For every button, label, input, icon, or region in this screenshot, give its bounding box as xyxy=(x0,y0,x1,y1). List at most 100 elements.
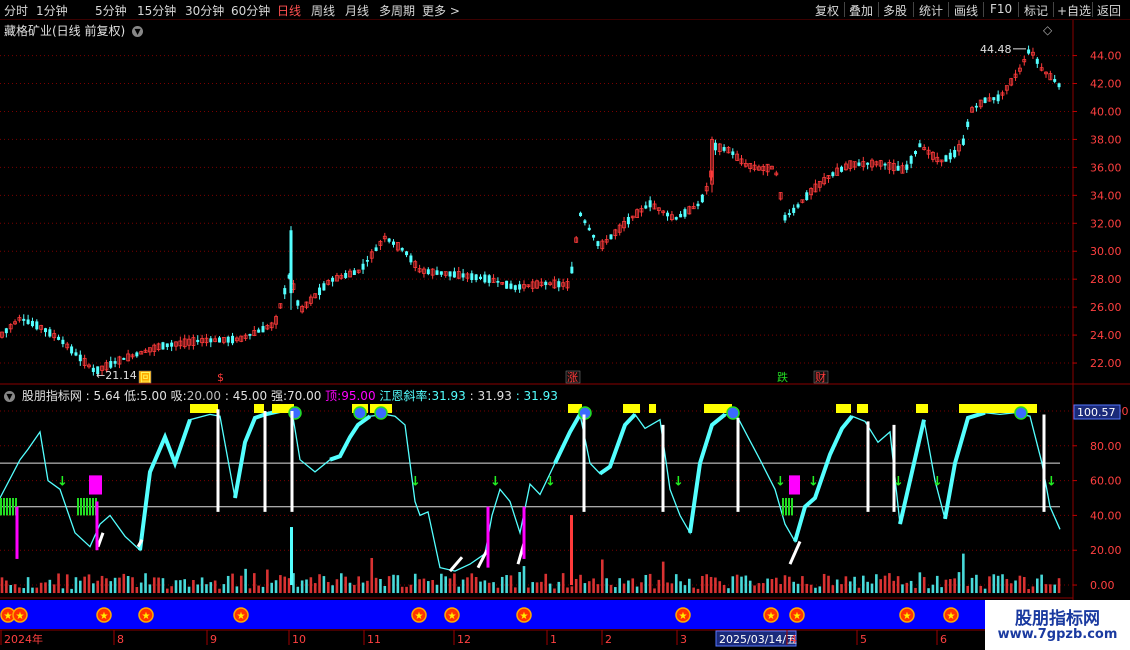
candle-body-down xyxy=(857,162,861,166)
candle-body-down xyxy=(831,172,835,177)
current-value-label: 100.57 xyxy=(1077,406,1116,419)
volume-bar xyxy=(674,574,678,594)
event-marker: 回 xyxy=(140,371,151,384)
candle-body-down xyxy=(479,276,482,279)
indicator-tick-label: 20.00 xyxy=(1090,544,1122,557)
green-stripe xyxy=(3,498,5,516)
candle-body-down xyxy=(474,274,478,281)
volume-bar xyxy=(975,574,978,594)
volume-bar xyxy=(1053,584,1056,594)
candle-body-down xyxy=(4,328,8,334)
candle-body-down xyxy=(44,328,47,333)
volume-bar xyxy=(290,527,293,586)
event-marker: 涨 xyxy=(567,371,578,384)
volume-bar xyxy=(722,584,726,594)
统计-button[interactable]: 统计 xyxy=(919,2,943,19)
volume-bar xyxy=(670,583,674,594)
indicator-name[interactable]: 股朋指标网 xyxy=(22,389,82,403)
period-日线[interactable]: 日线 xyxy=(277,2,301,19)
volume-bar xyxy=(727,588,730,594)
period-15分钟[interactable]: 15分钟 xyxy=(137,2,176,19)
volume-bar xyxy=(1031,586,1035,594)
volume-bar xyxy=(535,582,539,594)
volume-bar xyxy=(840,584,843,594)
volume-bar xyxy=(744,575,748,594)
叠加-button[interactable]: 叠加 xyxy=(849,2,873,19)
volume-bar xyxy=(326,581,330,594)
candle-body-down xyxy=(587,227,591,231)
back-button[interactable]: 返回 xyxy=(1097,2,1121,19)
candle-body-down xyxy=(91,367,95,372)
down-arrow-icon: ↓ xyxy=(808,475,819,490)
candle-body-down xyxy=(331,277,335,282)
volume-bar xyxy=(701,575,704,594)
volume-bar xyxy=(353,584,356,594)
candle-body-down xyxy=(626,216,630,225)
多股-button[interactable]: 多股 xyxy=(883,2,907,19)
volume-bar xyxy=(544,573,548,594)
volume-bar xyxy=(392,574,395,594)
qiang-value: 70.00 xyxy=(286,389,322,403)
candle-body-down xyxy=(596,241,600,247)
volume-bar xyxy=(548,583,552,594)
price-tick-label: 36.00 xyxy=(1090,161,1122,174)
volume-bar xyxy=(622,583,626,594)
period-月线[interactable]: 月线 xyxy=(345,2,369,19)
period-60分钟[interactable]: 60分钟 xyxy=(231,2,270,19)
volume-bar xyxy=(344,576,347,594)
volume-bar xyxy=(522,566,526,594)
volume-bar xyxy=(822,573,826,594)
画线-button[interactable]: 画线 xyxy=(954,2,978,19)
candle-body-down xyxy=(592,234,596,238)
period-多周期[interactable]: 多周期 xyxy=(379,2,415,19)
volume-bar xyxy=(1057,578,1061,594)
volume-bar xyxy=(379,578,382,594)
period-1分钟[interactable]: 1分钟 xyxy=(36,2,68,19)
f10-button[interactable]: F10 xyxy=(990,2,1012,16)
volume-bar xyxy=(862,575,865,594)
volume-bar xyxy=(457,586,461,594)
star-badge-glyph: ★ xyxy=(448,611,457,622)
candle-body-down xyxy=(365,260,369,262)
chart-canvas[interactable]: 44.0042.0040.0038.0036.0034.0032.0030.00… xyxy=(0,20,1130,650)
volume-bar xyxy=(696,588,700,594)
period-更多[interactable]: 更多 > xyxy=(422,2,460,19)
candle-body-down xyxy=(452,271,456,278)
indicator-tick-label: 40.00 xyxy=(1090,509,1122,522)
volume-bar xyxy=(935,575,939,594)
volume-bar xyxy=(218,588,221,594)
candle-body-down xyxy=(914,151,917,155)
candle-body-down xyxy=(1053,79,1057,82)
down-arrow-icon: ↓ xyxy=(410,475,421,490)
star-badge-glyph: ★ xyxy=(237,611,246,622)
volume-bar xyxy=(52,584,56,594)
复权-button[interactable]: 复权 xyxy=(815,2,839,19)
volume-bar xyxy=(805,583,809,594)
volume-bar xyxy=(775,577,778,594)
volume-bar xyxy=(557,581,561,594)
globe-icon xyxy=(374,406,388,420)
price-tick-label: 40.00 xyxy=(1090,105,1122,118)
candle-body-down xyxy=(579,212,583,217)
date-label: 5 xyxy=(860,633,867,646)
candle-body-down xyxy=(883,163,887,166)
add-favorite-button[interactable]: +自选 xyxy=(1057,2,1091,19)
标记-button[interactable]: 标记 xyxy=(1024,2,1048,19)
candle-body-down xyxy=(374,247,378,252)
price-tick-label: 28.00 xyxy=(1090,273,1122,286)
candle-body-down xyxy=(400,247,404,251)
volume-bar xyxy=(192,580,195,594)
chevron-down-icon[interactable]: ▼ xyxy=(4,391,15,402)
volume-bar xyxy=(1036,578,1039,594)
volume-bar xyxy=(183,579,186,594)
magenta-signal-block xyxy=(89,475,102,495)
volume-bar xyxy=(992,574,996,594)
period-周线[interactable]: 周线 xyxy=(311,2,335,19)
candle-body-down xyxy=(322,283,326,291)
period-30分钟[interactable]: 30分钟 xyxy=(185,2,224,19)
period-分时[interactable]: 分时 xyxy=(4,2,28,19)
green-stripe xyxy=(0,498,2,516)
candle-body-down xyxy=(696,203,700,207)
period-5分钟[interactable]: 5分钟 xyxy=(95,2,127,19)
candle-body-down xyxy=(57,336,61,340)
